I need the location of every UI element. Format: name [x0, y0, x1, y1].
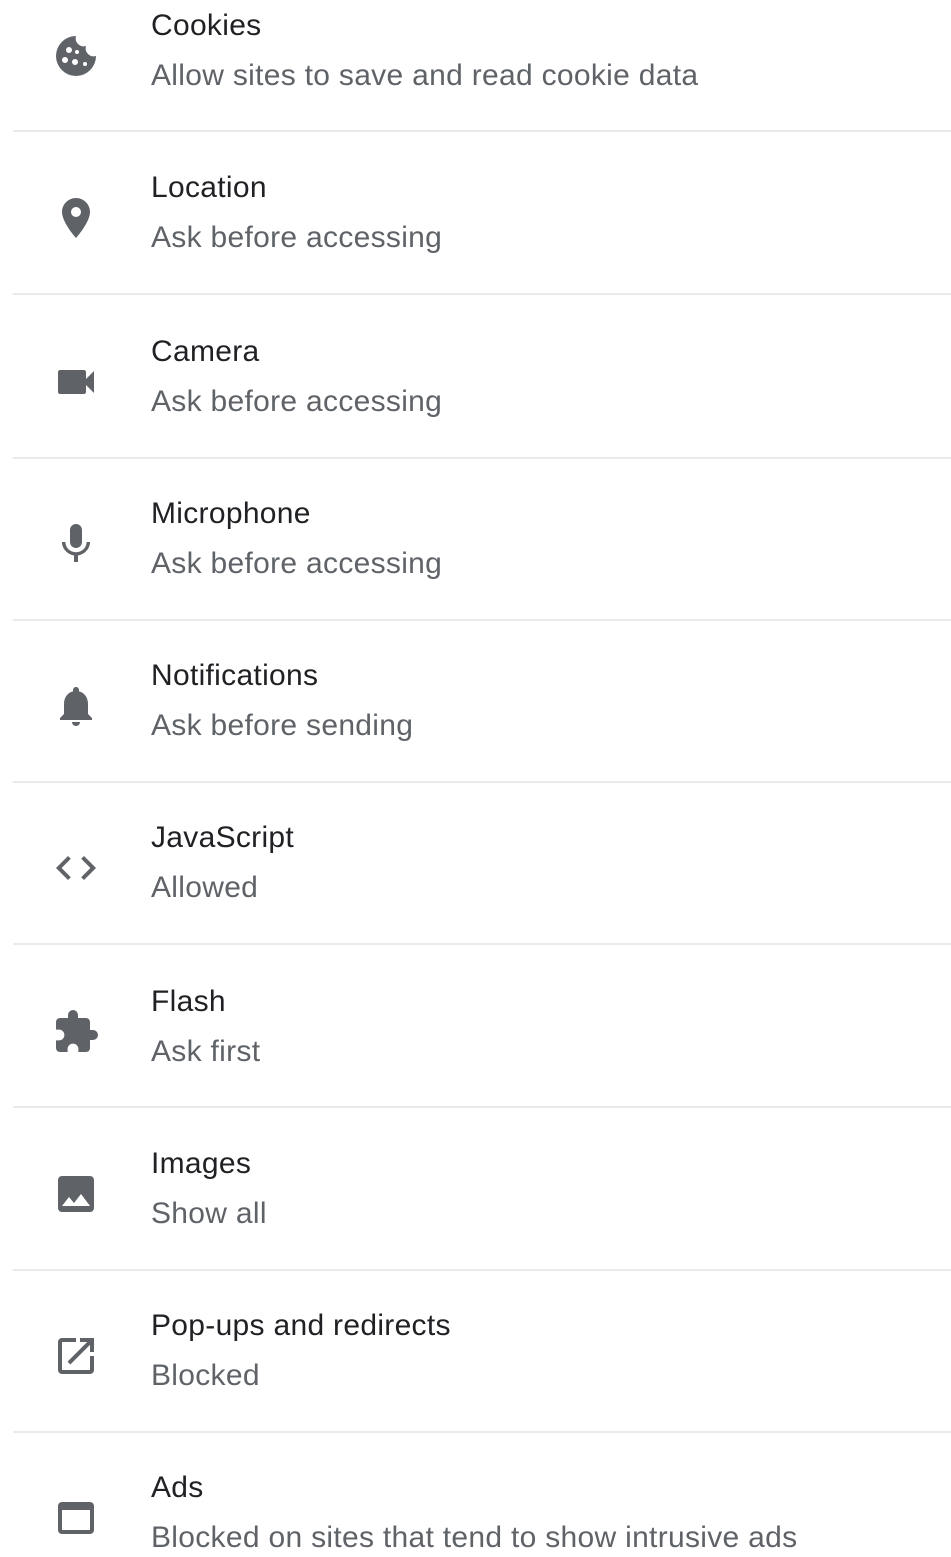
- setting-status: Blocked on sites that tend to show intru…: [151, 1521, 798, 1554]
- setting-status: Ask before accessing: [151, 385, 443, 418]
- setting-status: Show all: [151, 1197, 267, 1230]
- setting-row-ads[interactable]: Ads Blocked on sites that tend to show i…: [0, 1462, 951, 1556]
- divider: [13, 619, 951, 621]
- image-icon: [52, 1170, 100, 1218]
- setting-row-microphone[interactable]: Microphone Ask before accessing: [0, 488, 951, 650]
- setting-title: Camera: [151, 335, 260, 368]
- divider: [13, 781, 951, 783]
- setting-title: Images: [151, 1147, 252, 1180]
- puzzle-piece-icon: [52, 1008, 100, 1056]
- setting-title: Flash: [151, 985, 226, 1018]
- location-pin-icon: [52, 194, 100, 242]
- setting-status: Ask before sending: [151, 709, 414, 742]
- setting-status: Ask before accessing: [151, 221, 443, 254]
- setting-title: Pop-ups and redirects: [151, 1309, 451, 1342]
- setting-row-cookies[interactable]: Cookies Allow sites to save and read coo…: [0, 0, 951, 162]
- setting-status: Allow sites to save and read cookie data: [151, 59, 699, 92]
- divider: [13, 293, 951, 295]
- cookie-icon: [52, 32, 100, 80]
- open-in-new-icon: [52, 1332, 100, 1380]
- setting-title: Microphone: [151, 497, 311, 530]
- bell-icon: [52, 682, 100, 730]
- setting-title: Location: [151, 171, 267, 204]
- setting-row-javascript[interactable]: JavaScript Allowed: [0, 812, 951, 974]
- setting-title: Cookies: [151, 9, 262, 42]
- setting-row-flash[interactable]: Flash Ask first: [0, 976, 951, 1138]
- setting-row-images[interactable]: Images Show all: [0, 1138, 951, 1300]
- setting-row-camera[interactable]: Camera Ask before accessing: [0, 326, 951, 488]
- divider: [13, 1431, 951, 1433]
- setting-row-location[interactable]: Location Ask before accessing: [0, 162, 951, 324]
- window-icon: [52, 1494, 100, 1542]
- setting-row-notifications[interactable]: Notifications Ask before sending: [0, 650, 951, 812]
- setting-row-popups-redirects[interactable]: Pop-ups and redirects Blocked: [0, 1300, 951, 1462]
- setting-status: Allowed: [151, 871, 259, 904]
- setting-status: Ask first: [151, 1035, 261, 1068]
- camera-icon: [52, 358, 100, 406]
- setting-title: Ads: [151, 1471, 204, 1504]
- divider: [13, 943, 951, 945]
- setting-status: Ask before accessing: [151, 547, 443, 580]
- divider: [13, 457, 951, 459]
- setting-status: Blocked: [151, 1359, 260, 1392]
- code-icon: [52, 844, 100, 892]
- microphone-icon: [52, 520, 100, 568]
- divider: [13, 130, 951, 132]
- setting-title: Notifications: [151, 659, 319, 692]
- divider: [13, 1106, 951, 1108]
- divider: [13, 1269, 951, 1271]
- setting-title: JavaScript: [151, 821, 295, 854]
